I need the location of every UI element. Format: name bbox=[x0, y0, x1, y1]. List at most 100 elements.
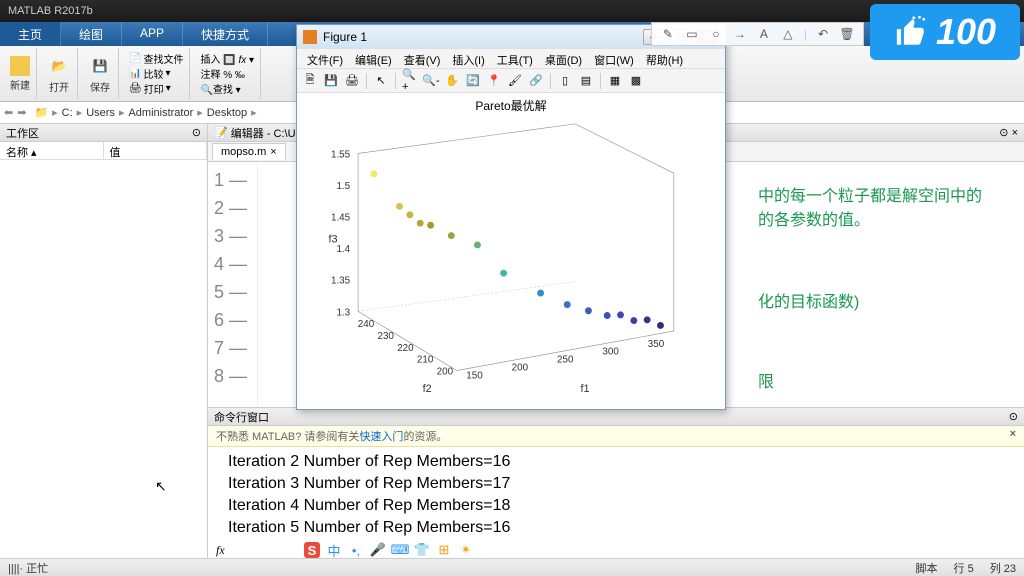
pencil-icon[interactable]: ✎ bbox=[660, 26, 676, 42]
quickstart-link[interactable]: 快速入门 bbox=[359, 428, 403, 444]
open-label: 打开 bbox=[49, 79, 69, 94]
figure-menu-item[interactable]: 工具(T) bbox=[491, 49, 539, 68]
figure-menu-item[interactable]: 查看(V) bbox=[398, 49, 447, 68]
fwd-icon[interactable]: ➡ bbox=[17, 106, 26, 119]
ime-mic-icon[interactable]: 🎤 bbox=[370, 542, 386, 558]
tab-plot[interactable]: 绘图 bbox=[61, 22, 122, 46]
compare-icon[interactable]: 📊 bbox=[129, 68, 141, 79]
brush-icon[interactable]: 🖌 bbox=[506, 72, 524, 90]
folder-icon[interactable]: 📁 bbox=[34, 106, 48, 119]
like-count: 100 bbox=[936, 11, 996, 53]
hint-close-icon[interactable]: × bbox=[1010, 428, 1016, 444]
tab-shortcut[interactable]: 快捷方式 bbox=[183, 22, 268, 46]
editor-icon: 📝 bbox=[214, 126, 228, 139]
ime-grid-icon[interactable]: ⊞ bbox=[436, 542, 452, 558]
zoomout-icon[interactable]: 🔍- bbox=[422, 72, 440, 90]
ws-col-value[interactable]: 值 bbox=[104, 142, 208, 159]
link-icon[interactable]: 🔗 bbox=[527, 72, 545, 90]
cmd-title: 命令行窗口 bbox=[214, 409, 269, 425]
svg-text:1.45: 1.45 bbox=[331, 213, 351, 224]
datatip-icon[interactable]: 📍 bbox=[485, 72, 503, 90]
figure-title: Figure 1 bbox=[323, 30, 367, 44]
trash-icon[interactable]: 🗑 bbox=[839, 26, 855, 42]
figure-menu-item[interactable]: 窗口(W) bbox=[588, 49, 640, 68]
ime-toolbar: S 中 •, 🎤 ⌨ 👕 ⊞ ✴ bbox=[304, 542, 474, 558]
y-label: f2 bbox=[423, 383, 432, 395]
path-seg-c[interactable]: C: bbox=[58, 107, 77, 119]
scatter-points bbox=[370, 170, 664, 329]
svg-text:210: 210 bbox=[417, 355, 434, 366]
path-seg-users[interactable]: Users bbox=[82, 107, 119, 119]
like-badge[interactable]: 100 bbox=[870, 4, 1020, 60]
figure-menu-item[interactable]: 桌面(D) bbox=[539, 49, 588, 68]
print-fig-icon[interactable]: 🖨 bbox=[343, 72, 361, 90]
text-icon[interactable]: A bbox=[756, 26, 772, 42]
cmd-output[interactable]: Iteration 2 Number of Rep Members=16Iter… bbox=[208, 447, 1024, 543]
ws-col-name[interactable]: 名称 ▴ bbox=[0, 142, 104, 159]
rotate-icon[interactable]: 🔄 bbox=[464, 72, 482, 90]
print-icon[interactable]: 🖨 bbox=[129, 83, 142, 94]
figure-canvas[interactable]: Pareto最优解 1.55 1.5 1.45 bbox=[297, 93, 725, 409]
figure-menu-item[interactable]: 文件(F) bbox=[301, 49, 349, 68]
axes-3d[interactable]: 1.55 1.5 1.45 1.4 1.35 1.3 f3 240 230 22… bbox=[297, 114, 725, 410]
figure-menu-item[interactable]: 帮助(H) bbox=[640, 49, 689, 68]
workspace-header: 工作区 ⊙ bbox=[0, 124, 207, 142]
figure-menubar: 文件(F)编辑(E)查看(V)插入(I)工具(T)桌面(D)窗口(W)帮助(H) bbox=[297, 49, 725, 69]
figure-menu-item[interactable]: 插入(I) bbox=[446, 49, 490, 68]
zoomin-icon[interactable]: 🔍+ bbox=[401, 72, 419, 90]
save-fig-icon[interactable]: 💾 bbox=[322, 72, 340, 90]
arrow-icon[interactable]: → bbox=[732, 26, 748, 42]
svg-text:150: 150 bbox=[466, 370, 483, 381]
z-label: f3 bbox=[328, 233, 337, 245]
editor-tab[interactable]: mopso.m × bbox=[212, 143, 286, 160]
colorbar-icon[interactable]: ▯ bbox=[556, 72, 574, 90]
annotation-toolbar: ✎ ▭ ○ → A △ | ↶ 🗑 bbox=[651, 22, 864, 46]
plot-title: Pareto最优解 bbox=[297, 93, 725, 114]
findfiles-icon[interactable]: 📄 bbox=[129, 53, 141, 64]
workspace-title: 工作区 bbox=[6, 125, 39, 141]
figure-icon bbox=[303, 30, 317, 44]
circle-icon[interactable]: ○ bbox=[708, 26, 724, 42]
cmd-menu-icon[interactable]: ⊙ bbox=[1009, 410, 1018, 423]
ime-zh-icon[interactable]: 中 bbox=[326, 542, 342, 558]
svg-text:200: 200 bbox=[512, 363, 529, 374]
comment-line-2: 的各参数的值。 bbox=[758, 206, 870, 230]
plottools2-icon[interactable]: ▩ bbox=[627, 72, 645, 90]
ime-punct-icon[interactable]: •, bbox=[348, 542, 364, 558]
new-fig-icon[interactable]: 🗎 bbox=[301, 72, 319, 90]
figure-toolbar: 🗎 💾 🖨 ↖ 🔍+ 🔍- ✋ 🔄 📍 🖌 🔗 ▯ ▤ ▦ ▩ bbox=[297, 69, 725, 93]
ime-kb-icon[interactable]: ⌨ bbox=[392, 542, 408, 558]
svg-text:250: 250 bbox=[557, 355, 574, 366]
new-label: 新建 bbox=[10, 77, 30, 92]
pointer-icon[interactable]: ↖ bbox=[372, 72, 390, 90]
svg-text:1.55: 1.55 bbox=[331, 149, 351, 160]
path-seg-desktop[interactable]: Desktop bbox=[203, 107, 251, 119]
tab-home[interactable]: 主页 bbox=[0, 22, 61, 46]
compare-label: 比较 bbox=[143, 66, 163, 81]
panel-menu-icon[interactable]: ⊙ bbox=[192, 126, 201, 139]
editor-menu-icon[interactable]: ⊙ × bbox=[999, 126, 1018, 139]
rect-icon[interactable]: ▭ bbox=[684, 26, 700, 42]
legend-icon[interactable]: ▤ bbox=[577, 72, 595, 90]
find-icon[interactable]: 🔍 bbox=[200, 85, 212, 96]
path-seg-admin[interactable]: Administrator bbox=[124, 107, 197, 119]
plottools-icon[interactable]: ▦ bbox=[606, 72, 624, 90]
svg-text:1.3: 1.3 bbox=[336, 307, 350, 318]
triangle-icon[interactable]: △ bbox=[780, 26, 796, 42]
back-icon[interactable]: ⬅ bbox=[4, 106, 13, 119]
close-icon[interactable]: × bbox=[270, 146, 276, 158]
x-label: f1 bbox=[580, 383, 589, 395]
figure-window[interactable]: Figure 1 — ▢ ✕ 文件(F)编辑(E)查看(V)插入(I)工具(T)… bbox=[296, 24, 726, 410]
ime-gear-icon[interactable]: ✴ bbox=[458, 542, 474, 558]
ime-shirt-icon[interactable]: 👕 bbox=[414, 542, 430, 558]
pan-icon[interactable]: ✋ bbox=[443, 72, 461, 90]
figure-menu-item[interactable]: 编辑(E) bbox=[349, 49, 398, 68]
tab-app[interactable]: APP bbox=[122, 22, 183, 46]
open-button[interactable]: 📂 bbox=[47, 54, 71, 78]
save-button[interactable]: 💾 bbox=[88, 54, 112, 78]
sogou-icon[interactable]: S bbox=[304, 542, 320, 558]
new-button[interactable] bbox=[10, 56, 30, 76]
insert-label: 插入 bbox=[200, 55, 220, 66]
status-busy: ||||· 正忙 bbox=[8, 560, 48, 576]
undo-icon[interactable]: ↶ bbox=[815, 26, 831, 42]
